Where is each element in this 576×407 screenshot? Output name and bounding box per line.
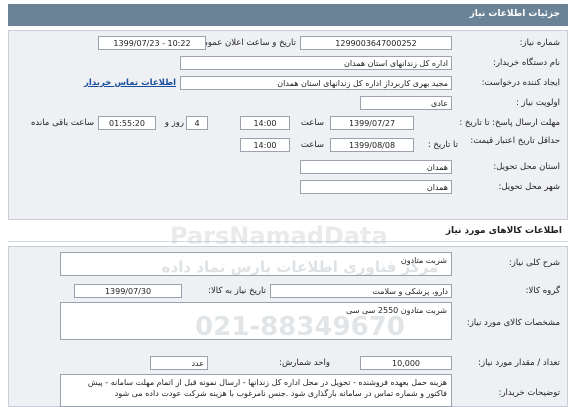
remaining-time-field: 01:55:20 <box>98 116 156 130</box>
need-number-label: شماره نیاز: <box>519 38 560 48</box>
validity-time-label: ساعت <box>300 140 324 150</box>
desc-label: شرح کلی نیاز: <box>508 258 560 268</box>
watermark-brand: ParsNamadData <box>170 222 388 250</box>
unit-field: عدد <box>150 356 208 370</box>
validity-to-label: تا تاریخ : <box>427 140 458 150</box>
buyer-label: نام دستگاه خریدار: <box>493 58 560 68</box>
validity-label: حداقل تاریخ اعتبار قیمت: <box>470 136 560 146</box>
reply-date-field: 1399/07/27 <box>330 116 414 130</box>
unit-label: واحد شمارش: <box>279 358 330 368</box>
qty-label: تعداد / مقدار مورد نیاز: <box>478 358 560 368</box>
city-label: شهر محل تحویل: <box>498 182 560 192</box>
announce-label: تاریخ و ساعت اعلان عمومی: <box>193 38 296 48</box>
days-field: 4 <box>186 116 208 130</box>
group-field: دارو، پزشکی و سلامت <box>270 284 452 298</box>
days-label: روز و <box>164 118 184 128</box>
province-label: استان محل تحویل: <box>493 162 560 172</box>
page-title: جزئیات اطلاعات نیاز <box>8 4 568 26</box>
city-field: همدان <box>300 180 452 194</box>
buyer-notes-field: هزینه حمل بعهده فروشنده - تحویل در محل ا… <box>60 374 452 407</box>
qty-field: 10,000 <box>360 356 452 370</box>
validity-time-field: 14:00 <box>240 138 290 152</box>
buyer-notes-label: توضیحات خریدار: <box>498 388 560 398</box>
announce-field: 1399/07/23 - 10:22 <box>98 36 206 50</box>
priority-label: اولویت نیاز : <box>515 98 560 108</box>
watermark-phone: 021-88349670 <box>195 312 405 342</box>
spec-label: مشخصات کالای مورد نیاز: <box>466 318 560 328</box>
need-date-field: 1399/07/30 <box>74 284 182 298</box>
validity-date-field: 1399/08/08 <box>330 138 414 152</box>
remaining-label: ساعت باقی مانده <box>30 118 94 128</box>
need-number-field: 1299003647000252 <box>300 36 452 50</box>
buyer-contact-link[interactable]: اطلاعات تماس خریدار <box>80 78 176 88</box>
creator-label: ایجاد کننده درخواست: <box>481 78 560 88</box>
province-field: همدان <box>300 160 452 174</box>
group-label: گروه کالا: <box>525 286 560 296</box>
priority-field: عادی <box>360 96 452 110</box>
reply-deadline-label: مهلت ارسال پاسخ: تا تاریخ : <box>459 118 560 128</box>
creator-field: مجید بهری کاربرداز اداره کل زندانهای است… <box>180 76 452 90</box>
watermark-line1: مرکز فناوری اطلاعات پارس نماد داده <box>161 258 439 276</box>
reply-time-field: 14:00 <box>240 116 290 130</box>
reply-time-label: ساعت <box>300 118 324 128</box>
buyer-field: اداره کل زندانهای استان همدان <box>180 56 452 70</box>
need-date-label: تاریخ نیاز به کالا: <box>208 286 266 296</box>
